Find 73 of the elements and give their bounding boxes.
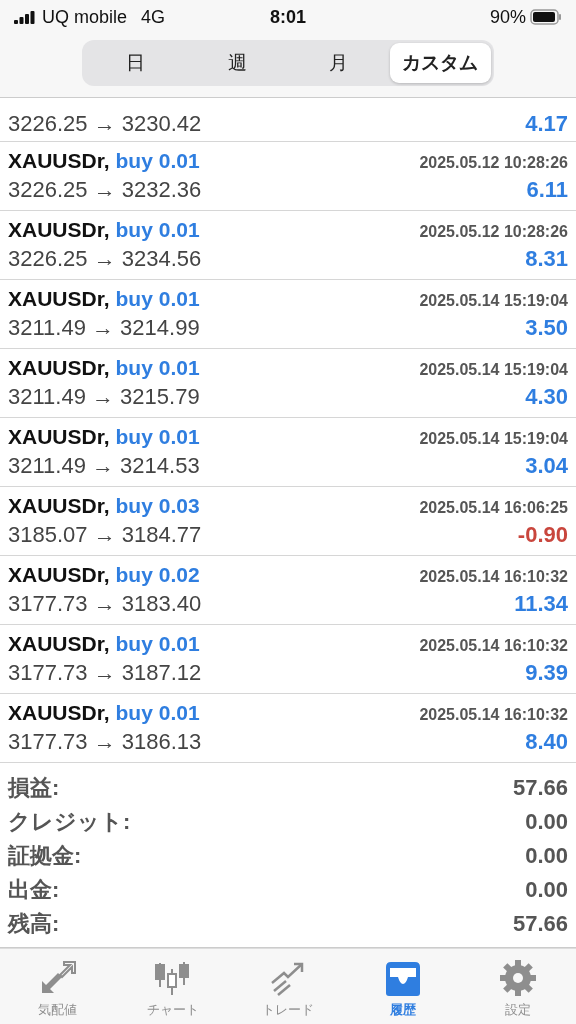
carrier-name: UQ mobile: [42, 6, 128, 28]
network-type: 4G: [141, 6, 166, 28]
battery-percent: 90%: [490, 6, 526, 28]
deal-time: 2025.05.14 16:10:32: [419, 706, 568, 724]
deal-symbol: XAUUSDr,: [8, 563, 110, 586]
period-tab[interactable]: 週: [186, 43, 288, 83]
deal-prices: 3211.49 → 3214.99: [8, 315, 200, 341]
deal-prices: 3185.07 → 3184.77: [8, 522, 202, 548]
tab-bar-item[interactable]: トレード: [230, 949, 346, 1024]
deal-side: buy 0.01: [115, 149, 200, 172]
deal-symbol: XAUUSDr,: [8, 218, 110, 241]
deal-side: buy 0.01: [115, 287, 200, 310]
deal-side: buy 0.03: [115, 494, 200, 517]
period-tab[interactable]: カスタム: [389, 43, 491, 83]
deal-prices: 3177.73 → 3183.40: [8, 591, 202, 617]
summary-label: 損益:: [8, 774, 60, 802]
deal-profit: 8.40: [525, 729, 568, 755]
deal-time: 2025.05.14 15:19:04: [419, 361, 568, 379]
deal-symbol: XAUUSDr,: [8, 632, 110, 655]
deal-prices: 3211.49 → 3215.79: [8, 384, 200, 410]
summary-value: 0.00: [525, 809, 568, 835]
deal-profit: 8.31: [525, 246, 568, 272]
deal-side: buy 0.01: [115, 632, 200, 655]
deal-prices: 3177.73 → 3186.13: [8, 729, 202, 755]
tab-bar-item[interactable]: チャート: [115, 949, 231, 1024]
deal-time: 2025.05.14 16:06:25: [419, 499, 568, 517]
summary-label: クレジット:: [8, 808, 131, 836]
deal-profit: 3.50: [525, 315, 568, 341]
deal-symbol: XAUUSDr,: [8, 149, 110, 172]
summary-label: 残高:: [8, 910, 60, 938]
deal-side: buy 0.01: [115, 425, 200, 448]
summary-value: 57.66: [512, 775, 568, 801]
deal-prices: 3226.25 → 3234.56: [8, 246, 202, 272]
period-tab[interactable]: 月: [288, 43, 390, 83]
deal-profit: -0.90: [517, 522, 568, 548]
summary-label: 証拠金:: [8, 842, 82, 870]
tab-bar-item[interactable]: 設定: [460, 949, 576, 1024]
deal-time: 2025.05.14 16:10:32: [419, 637, 568, 655]
gear-icon: [498, 959, 539, 997]
deal-profit: 9.39: [525, 660, 568, 686]
deal-time: 2025.05.14 15:19:04: [419, 430, 568, 448]
deal-symbol: XAUUSDr,: [8, 425, 110, 448]
deal-profit: 4.17: [525, 111, 568, 137]
deal-profit: 3.04: [525, 453, 568, 479]
deal-prices: 3211.49 → 3214.53: [8, 453, 200, 479]
deal-prices: 3226.25 → 3232.36: [8, 177, 202, 203]
summary-value: 0.00: [525, 877, 568, 903]
summary-value: 57.66: [512, 911, 568, 937]
battery-icon: [530, 9, 562, 25]
deal-time: 2025.05.14 15:19:04: [419, 292, 568, 310]
deal-time: 2025.05.14 16:10:32: [419, 568, 568, 586]
deal-time: 2025.05.12 10:28:26: [419, 154, 568, 172]
deal-profit: 4.30: [525, 384, 568, 410]
clock-time: 8:01: [270, 6, 306, 27]
period-tab[interactable]: 日: [85, 43, 187, 83]
summary-label: 出金:: [8, 876, 60, 904]
tab-bar-item[interactable]: 履歴: [345, 949, 461, 1024]
deal-time: 2025.05.12 10:28:26: [419, 223, 568, 241]
deal-prices: 3226.25 → 3230.42: [8, 111, 202, 137]
deal-side: buy 0.01: [115, 218, 200, 241]
deal-symbol: XAUUSDr,: [8, 494, 110, 517]
deal-symbol: XAUUSDr,: [8, 701, 110, 724]
deal-side: buy 0.01: [115, 356, 200, 379]
deal-symbol: XAUUSDr,: [8, 356, 110, 379]
summary-value: 0.00: [525, 843, 568, 869]
deal-prices: 3177.73 → 3187.12: [8, 660, 202, 686]
signal-icon: [14, 10, 36, 24]
deal-profit: 6.11: [526, 177, 568, 203]
deal-symbol: XAUUSDr,: [8, 287, 110, 310]
deal-side: buy 0.01: [115, 701, 200, 724]
deal-side: buy 0.02: [115, 563, 200, 586]
tab-bar-item[interactable]: 気配値: [0, 949, 116, 1024]
deal-profit: 11.34: [514, 591, 568, 617]
